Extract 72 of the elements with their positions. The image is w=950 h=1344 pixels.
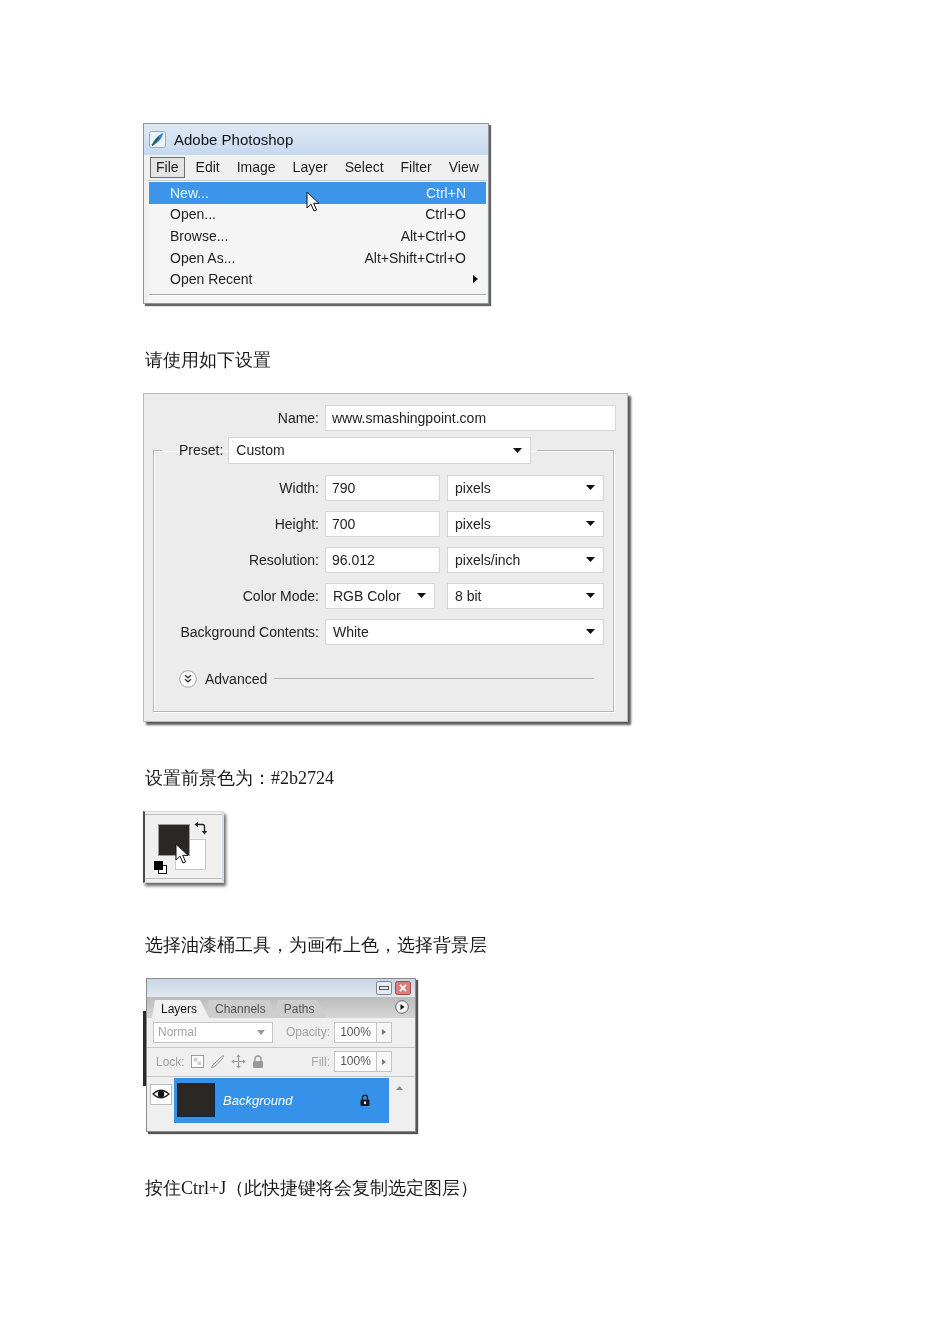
caret-down-icon xyxy=(586,485,595,491)
visibility-toggle[interactable] xyxy=(150,1083,172,1105)
field-label: Lock: xyxy=(156,1054,185,1069)
dropdown-select[interactable]: pixels/inch xyxy=(447,546,604,573)
field-label: Height: xyxy=(273,515,319,532)
caret-down-icon xyxy=(586,593,595,599)
eye-icon xyxy=(152,1088,170,1101)
minimize-icon[interactable] xyxy=(376,980,392,995)
field-label: Color Mode: xyxy=(241,587,319,604)
field-label: Resolution: xyxy=(247,551,319,568)
checkerboard-icon[interactable] xyxy=(190,1055,204,1069)
close-icon[interactable] xyxy=(395,980,411,995)
field-label: Background Contents: xyxy=(179,623,319,640)
section-label: Advanced xyxy=(205,670,268,687)
window-title: Adobe Photoshop xyxy=(174,131,294,148)
paragraph: 设置前景色为：#2b2724 xyxy=(145,766,334,789)
panel-menu-icon[interactable] xyxy=(395,1000,409,1015)
dropdown-select[interactable]: White xyxy=(325,618,604,645)
text-field[interactable]: 96.012 xyxy=(325,546,440,573)
shortcut-text: Alt+Shift+Ctrl+O xyxy=(364,249,466,266)
panel-tab[interactable]: Paths xyxy=(274,999,327,1018)
dropdown-select[interactable]: pixels xyxy=(447,474,604,501)
shortcut-text: Ctrl+O xyxy=(425,206,466,223)
menu-item[interactable]: Open As... Alt+Shift+Ctrl+O xyxy=(149,246,486,269)
menu-bar-item[interactable]: Layer xyxy=(286,156,334,178)
text-field[interactable]: 790 xyxy=(325,474,440,501)
mouse-pointer-icon xyxy=(306,191,320,212)
caret-down-icon xyxy=(417,593,426,599)
text-field[interactable]: www.smashingpoint.com xyxy=(325,404,616,431)
menu-bar-item[interactable]: Filter xyxy=(394,156,438,178)
dropdown-select[interactable]: pixels xyxy=(447,510,604,537)
menu-item[interactable]: Open... Ctrl+O xyxy=(149,203,486,226)
field-label: Preset: xyxy=(179,442,224,459)
caret-down-icon xyxy=(586,629,595,635)
dropdown-select[interactable]: RGB Color xyxy=(325,582,435,609)
caret-down-icon xyxy=(586,557,595,563)
paragraph: 请使用如下设置 xyxy=(145,348,271,371)
menu-bar-item[interactable]: Image xyxy=(230,156,282,178)
scroll-up-arrow-icon[interactable] xyxy=(396,1085,403,1090)
panel-tab[interactable]: Layers xyxy=(152,999,210,1018)
caret-down-icon xyxy=(257,1029,265,1035)
dropdown-select[interactable]: Custom xyxy=(228,436,532,464)
caret-down-icon xyxy=(513,447,523,453)
slider-button[interactable] xyxy=(377,1021,392,1043)
caret-down-icon xyxy=(586,521,595,527)
field-label: Name: xyxy=(276,409,319,426)
feather-icon xyxy=(149,131,166,148)
menu-bar-item[interactable]: Edit xyxy=(189,156,226,178)
dropdown-select[interactable]: 8 bit xyxy=(447,582,604,609)
slider-button[interactable] xyxy=(377,1051,392,1073)
menu-item[interactable]: Browse... Alt+Ctrl+O xyxy=(149,225,486,247)
field-label: Opacity: xyxy=(286,1025,330,1040)
layer-name: Background xyxy=(223,1092,293,1108)
text-field[interactable]: 700 xyxy=(325,510,440,537)
caret-right-icon xyxy=(382,1058,386,1065)
paragraph: 选择油漆桶工具，为画布上色，选择背景层 xyxy=(145,933,487,956)
menu-bar-item[interactable]: File xyxy=(150,156,185,178)
shortcut-text: Alt+Ctrl+O xyxy=(400,228,466,244)
menu-bar-item[interactable]: Select xyxy=(338,156,390,178)
field-label: Fill: xyxy=(311,1054,330,1069)
mouse-pointer-icon xyxy=(175,842,189,864)
menu-item[interactable]: Open Recent xyxy=(149,268,486,290)
default-colors-icon[interactable] xyxy=(154,860,167,874)
shortcut-text: Ctrl+N xyxy=(425,184,466,201)
paragraph: 按住Ctrl+J（此快捷键将会复制选定图层） xyxy=(145,1176,479,1199)
swap-arrows-icon[interactable] xyxy=(194,820,208,835)
menu-bar-item[interactable]: View xyxy=(442,156,485,178)
double-chevron-icon[interactable] xyxy=(179,669,197,688)
caret-right-icon xyxy=(382,1029,386,1036)
field-label: Width: xyxy=(278,479,319,496)
panel-tab[interactable]: Channels xyxy=(206,999,278,1018)
foreground-color-swatch[interactable] xyxy=(158,823,190,856)
